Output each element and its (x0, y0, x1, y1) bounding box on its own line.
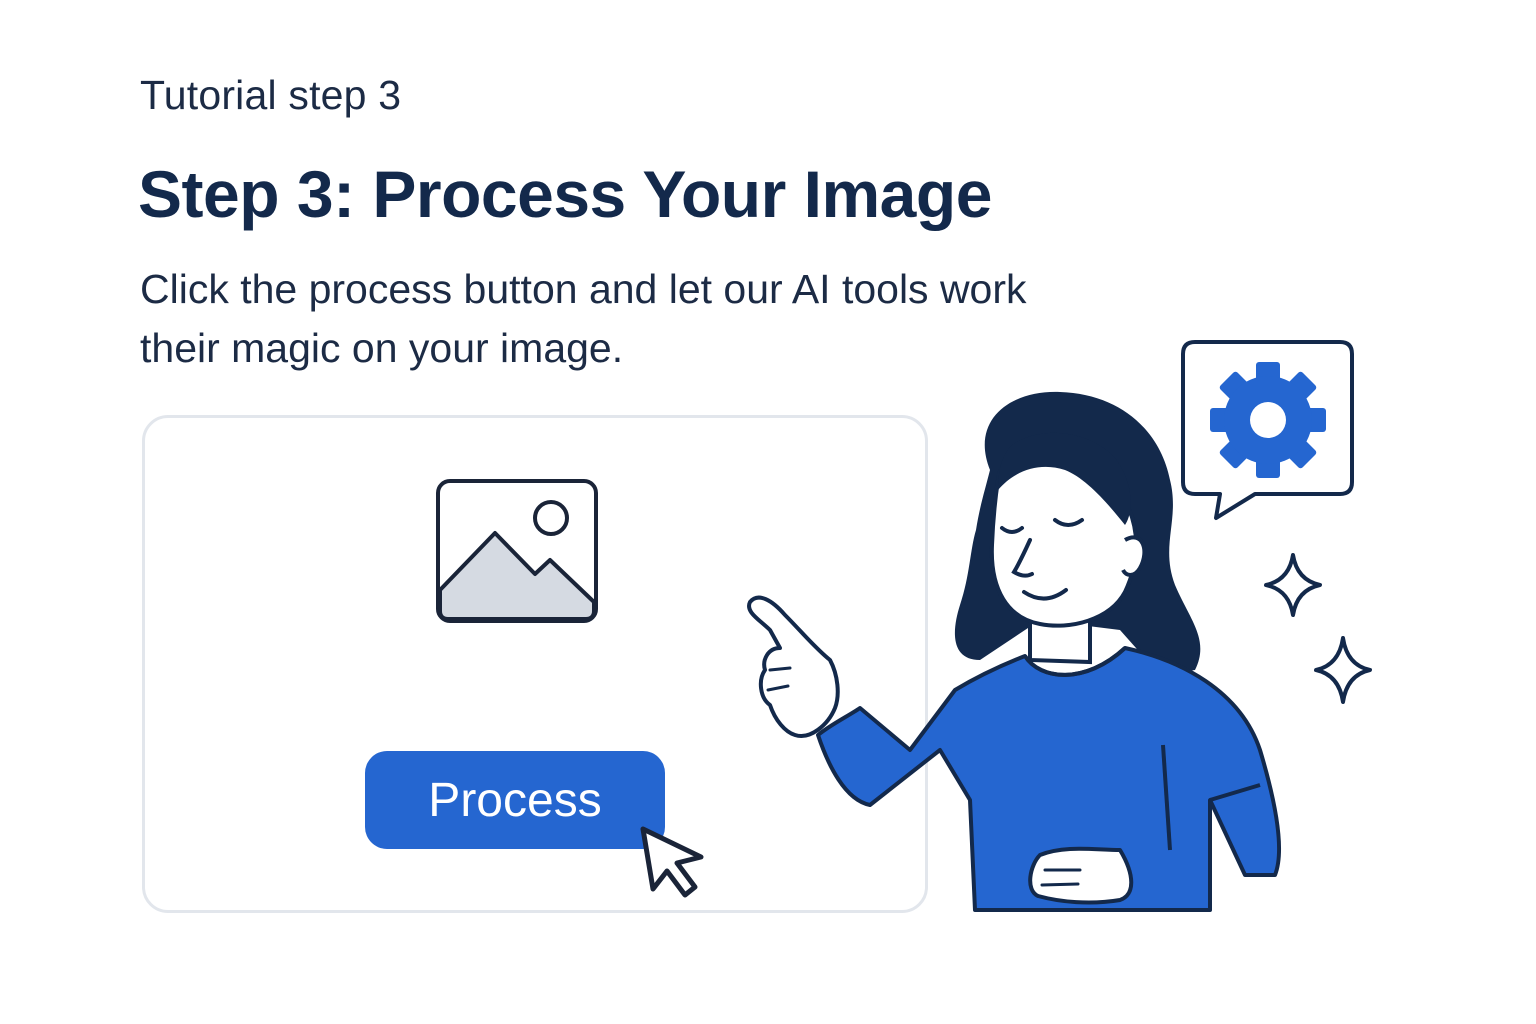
sparkle-icon (1314, 636, 1372, 704)
mouse-pointer-icon (640, 826, 704, 898)
page-title: Step 3: Process Your Image (138, 157, 992, 231)
image-placeholder-icon (436, 479, 598, 623)
woman-pointing-illustration (747, 340, 1372, 912)
gear-icon (1210, 362, 1326, 478)
process-button[interactable]: Process (365, 751, 665, 849)
step-kicker: Tutorial step 3 (140, 72, 402, 118)
pointing-hand (747, 595, 840, 738)
tutorial-page: Tutorial step 3 Step 3: Process Your Ima… (0, 0, 1536, 1024)
sparkle-icon (1264, 553, 1322, 617)
